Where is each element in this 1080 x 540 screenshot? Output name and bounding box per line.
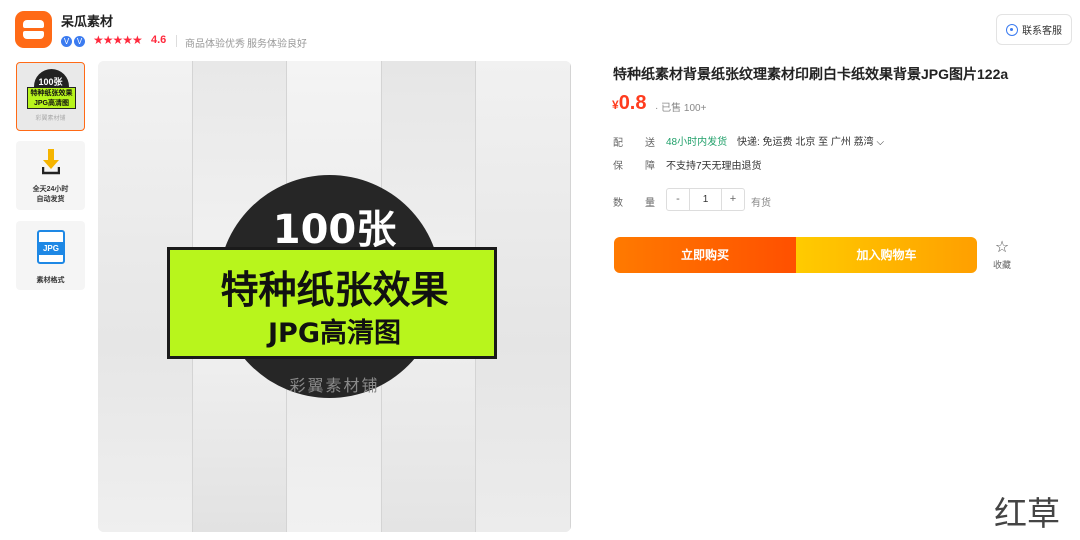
shipping-label: 配 xyxy=(613,138,623,149)
shop-badges: V V xyxy=(61,36,85,47)
download-icon xyxy=(42,149,60,175)
thumb-caption: 自动发货 xyxy=(36,196,65,203)
shop-tag: 服务体验良好 xyxy=(247,39,307,50)
contact-service-button[interactable]: 联系客服 xyxy=(996,14,1072,45)
thumb-line2: JPG高清图 xyxy=(33,100,69,107)
price-currency: ¥ xyxy=(612,98,619,112)
thumb-caption: 全天24小时 xyxy=(32,186,69,193)
contact-service-label: 联系客服 xyxy=(1022,26,1062,37)
price-value: 0.8 xyxy=(618,92,647,114)
guarantee-text: 不支持7天无理由退货 xyxy=(666,161,762,172)
image-line1: 特种纸张效果 xyxy=(220,268,449,312)
star-icon: ☆ xyxy=(994,239,1010,256)
product-price: ¥0.8 xyxy=(612,92,647,115)
thumbnail-cover[interactable]: 100张 特种纸张效果 JPG高清图 彩翼素材铺 xyxy=(16,62,85,131)
thumbnail-format[interactable]: JPG 素材格式 xyxy=(16,221,85,290)
watermark: 红草 xyxy=(994,494,1060,533)
quantity-label: 量 xyxy=(645,198,655,209)
favorite-button[interactable]: ☆ 收藏 xyxy=(990,240,1014,271)
thumb-line1: 特种纸张效果 xyxy=(30,90,73,97)
favorite-label: 收藏 xyxy=(992,260,1011,270)
shipping-label: 送 xyxy=(645,138,655,149)
quantity-stepper[interactable]: - 1 + xyxy=(666,188,745,211)
chat-icon xyxy=(1006,23,1018,36)
shop-name[interactable]: 呆瓜素材 xyxy=(61,11,113,30)
quantity-value[interactable]: 1 xyxy=(689,189,722,210)
image-line2: JPG高清图 xyxy=(268,318,401,349)
buy-now-button[interactable]: 立即购买 xyxy=(614,237,796,273)
rating-stars: ★★★★★ xyxy=(93,33,143,47)
guarantee-label: 保 xyxy=(613,161,623,172)
guarantee-label: 障 xyxy=(645,161,655,172)
shipping-destination[interactable]: 快递: 免运费 北京 至 广州 荔湾 ⌵ xyxy=(737,133,884,148)
sold-count: · 已售 100+ xyxy=(655,103,707,114)
shipping-fast: 48小时内发货 xyxy=(666,137,728,148)
increment-button[interactable]: + xyxy=(722,189,744,210)
thumbnail-auto-delivery[interactable]: 全天24小时 自动发货 xyxy=(16,141,85,210)
thumb-caption: 素材格式 xyxy=(36,277,65,284)
shop-tag: 商品体验优秀 xyxy=(185,39,245,50)
shop-logo[interactable] xyxy=(15,11,52,48)
logo-shape xyxy=(23,31,44,39)
jpg-file-label: JPG xyxy=(37,242,65,255)
stock-status: 有货 xyxy=(751,198,771,209)
logo-shape xyxy=(23,20,44,28)
decrement-button[interactable]: - xyxy=(667,189,689,210)
verified-badge-icon: V xyxy=(74,36,85,47)
image-brand: 彩翼素材铺 xyxy=(289,378,380,395)
quantity-label: 数 xyxy=(613,198,623,209)
add-to-cart-button[interactable]: 加入购物车 xyxy=(796,237,977,273)
thumb-box: 特种纸张效果 JPG高清图 xyxy=(27,87,76,109)
thumb-brand: 彩翼素材铺 xyxy=(35,116,66,122)
product-title: 特种纸素材背景纸张纹理素材印刷白卡纸效果背景JPG图片122a xyxy=(613,66,1009,82)
divider xyxy=(176,35,177,47)
verified-badge-icon: V xyxy=(61,36,72,47)
jpg-file-icon: JPG xyxy=(37,230,65,264)
rating-score: 4.6 xyxy=(151,34,167,46)
main-product-image[interactable]: 100张 特种纸张效果 JPG高清图 彩翼素材铺 xyxy=(98,61,571,532)
